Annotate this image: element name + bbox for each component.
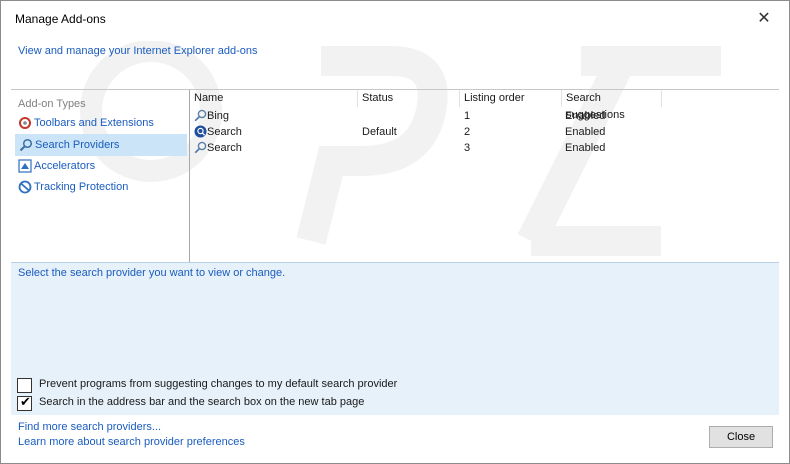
provider-name: Bing — [207, 110, 230, 122]
window-title: Manage Add-ons — [15, 12, 106, 26]
search-icon — [19, 138, 33, 152]
provider-name: Search — [207, 126, 242, 138]
prevent-changes-label: Prevent programs from suggesting changes… — [39, 378, 398, 390]
address-bar-search-checkbox[interactable]: ✔ — [17, 394, 32, 411]
sidebar-item-accelerators[interactable]: Accelerators — [15, 156, 185, 176]
search-providers-list: Name Status Listing order Search suggest… — [190, 90, 779, 262]
sidebar-item-toolbars[interactable]: Toolbars and Extensions — [15, 113, 185, 133]
provider-order: 3 — [464, 142, 471, 154]
table-row[interactable]: Search 3 Enabled — [190, 140, 779, 156]
provider-suggestions: Enabled — [565, 142, 606, 154]
search-icon — [194, 109, 207, 122]
provider-status: Default — [362, 126, 397, 138]
column-header-search-suggestions[interactable]: Search suggestions — [562, 90, 662, 121]
provider-order: 1 — [464, 110, 471, 122]
column-header-name[interactable]: Name — [190, 90, 358, 107]
address-bar-search-label: Search in the address bar and the search… — [39, 396, 365, 408]
column-header-status[interactable]: Status — [358, 90, 460, 107]
learn-more-link[interactable]: Learn more about search provider prefere… — [18, 436, 245, 448]
sidebar-item-label: Search Providers — [35, 139, 120, 151]
close-button[interactable]: Close — [709, 426, 773, 448]
gear-icon — [19, 117, 31, 129]
provider-suggestions: Enabled — [565, 110, 606, 122]
manage-addons-link[interactable]: View and manage your Internet Explorer a… — [18, 45, 258, 57]
sidebar-item-label: Accelerators — [34, 160, 96, 172]
close-icon[interactable]: ✕ — [753, 9, 775, 29]
details-pane: Select the search provider you want to v… — [11, 262, 779, 415]
provider-name: Search — [207, 142, 242, 154]
addons-pane: Add-on Types Toolbars and Extensions Sea… — [11, 89, 779, 262]
search-globe-icon — [194, 125, 207, 138]
checkmark-icon: ✔ — [20, 394, 31, 409]
column-header-listing-order[interactable]: Listing order — [460, 90, 562, 107]
table-row[interactable]: Search Default 2 Enabled — [190, 124, 779, 140]
sidebar-item-label: Tracking Protection — [34, 181, 129, 193]
provider-order: 2 — [464, 126, 471, 138]
find-more-providers-link[interactable]: Find more search providers... — [18, 421, 161, 433]
addon-types-panel: Add-on Types Toolbars and Extensions Sea… — [11, 90, 190, 262]
addon-types-title: Add-on Types — [18, 98, 86, 110]
sidebar-item-label: Toolbars and Extensions — [34, 117, 154, 129]
sidebar-item-tracking-protection[interactable]: Tracking Protection — [15, 177, 185, 197]
details-info-text: Select the search provider you want to v… — [18, 267, 286, 279]
provider-suggestions: Enabled — [565, 126, 606, 138]
block-icon — [18, 180, 32, 194]
sidebar-item-search-providers[interactable]: Search Providers — [15, 134, 187, 156]
manage-addons-window: risk.com Manage Add-ons ✕ View and manag… — [0, 0, 790, 464]
search-icon — [194, 141, 207, 154]
prevent-changes-checkbox[interactable] — [17, 378, 32, 393]
accelerator-icon — [18, 159, 32, 173]
table-row[interactable]: Bing 1 Enabled — [190, 108, 779, 124]
